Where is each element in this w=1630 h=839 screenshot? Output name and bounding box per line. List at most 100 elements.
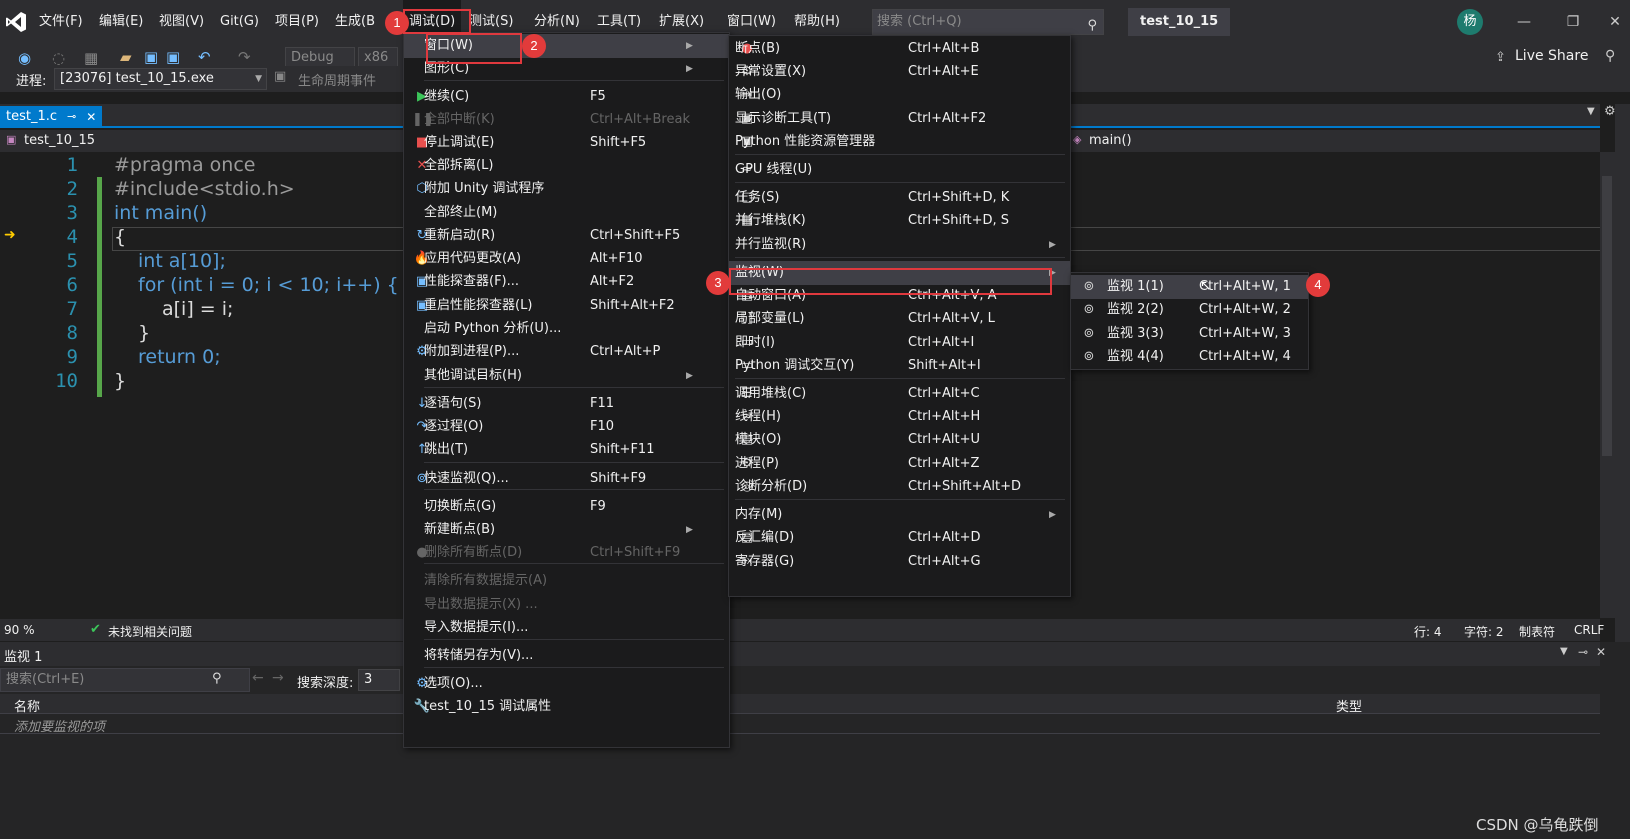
redo-icon[interactable]: ↷ — [238, 48, 251, 66]
tab-close-icon[interactable]: ✕ — [86, 106, 96, 128]
menu-project[interactable]: 项目(P) — [275, 0, 319, 43]
member-dropdown[interactable]: main() — [1089, 133, 1132, 148]
debug-menu-item[interactable]: 其他调试目标(H) ▶ — [404, 364, 729, 388]
window-menu-item[interactable]: ⇥ 输出(O) — [729, 83, 1070, 107]
debug-menu-item[interactable]: 切换断点(G) F9 — [404, 495, 729, 519]
code-line[interactable]: { — [114, 226, 126, 248]
search-forward-icon[interactable]: → — [272, 670, 284, 686]
debug-menu-item[interactable]: ▶ 继续(C) F5 — [404, 85, 729, 109]
menu-build[interactable]: 生成(B — [335, 0, 375, 43]
restore-icon[interactable]: ❐ — [1558, 8, 1588, 36]
project-dropdown[interactable]: test_10_15 — [24, 133, 95, 148]
forward-icon[interactable]: ◌ — [52, 49, 65, 67]
back-icon[interactable]: ◉ — [18, 49, 31, 67]
window-menu-item[interactable]: ● 断点(B) Ctrl+Alt+B — [729, 37, 1070, 61]
debug-menu-item[interactable]: ↷ 逐过程(O) F10 — [404, 415, 729, 439]
debug-menu-item[interactable]: 新建断点(B) ▶ — [404, 518, 729, 542]
menu-git[interactable]: Git(G) — [220, 0, 259, 43]
window-menu-item[interactable]: 0X 寄存器(G) Ctrl+Alt+G — [729, 550, 1070, 574]
debug-menu-item[interactable]: ↓ 逐语句(S) F11 — [404, 392, 729, 416]
save-all-icon[interactable]: ▣ — [166, 48, 180, 66]
debug-menu-item[interactable]: ↑ 跳出(T) Shift+F11 — [404, 438, 729, 462]
window-menu-item[interactable]: ≈ GPU 线程(U) — [729, 158, 1070, 182]
add-watch-placeholder[interactable]: 添加要监视的项 — [14, 716, 105, 735]
debug-menu-item[interactable]: 将转储另存为(V)... — [404, 644, 729, 668]
watch-add-row[interactable]: 添加要监视的项 — [0, 714, 1600, 735]
code-line[interactable]: } — [138, 322, 150, 344]
feedback-icon[interactable]: ⚲ — [1605, 48, 1615, 64]
tab-overflow-icon[interactable]: ▼ — [1587, 106, 1595, 117]
close-icon[interactable]: ✕ — [1600, 8, 1630, 36]
panel-menu-icon[interactable]: ▼ — [1560, 646, 1568, 657]
search-depth-select[interactable]: 3 — [358, 669, 400, 691]
search-back-icon[interactable]: ← — [252, 670, 264, 686]
pin-icon[interactable]: ⊸ — [67, 106, 76, 128]
live-share-button[interactable]: Live Share — [1515, 48, 1588, 64]
search-icon[interactable]: ⚲ — [212, 671, 222, 686]
debug-menu-item[interactable]: ■ 停止调试(E) Shift+F5 — [404, 131, 729, 155]
window-menu-item[interactable]: ▢ 任务(S) Ctrl+Shift+D, K — [729, 186, 1070, 210]
process-select[interactable]: [23076] test_10_15.exe ▼ — [54, 68, 267, 90]
debug-menu-item[interactable]: ⚙ 选项(O)... — [404, 672, 729, 696]
window-menu-item[interactable]: ⚙ 进程(P) Ctrl+Alt+Z — [729, 452, 1070, 476]
window-menu-item[interactable]: ▭ Python 调试交互(Y) Shift+Alt+I — [729, 354, 1070, 378]
code-line[interactable]: a[i] = i; — [162, 298, 233, 320]
window-menu-item[interactable]: ◎ 诊断分析(D) Ctrl+Shift+Alt+D — [729, 475, 1070, 499]
code-line[interactable]: return 0; — [138, 346, 221, 368]
code-line[interactable]: #include<stdio.h> — [114, 178, 295, 200]
column-type[interactable]: 类型 — [1336, 696, 1362, 715]
window-menu-item[interactable]: ▤ 反汇编(D) Ctrl+Alt+D — [729, 526, 1070, 550]
window-menu-item[interactable]: ▣ Python 性能资源管理器 — [729, 130, 1070, 154]
window-menu-item[interactable]: 并行监视(R) ▶ — [729, 233, 1070, 257]
debug-menu-item[interactable]: 导入数据提示(I)... — [404, 616, 729, 640]
search-input[interactable]: 搜索 (Ctrl+Q) ⚲ — [872, 9, 1104, 35]
column-name[interactable]: 名称 — [14, 696, 40, 715]
window-menu-item[interactable]: ≈ 线程(H) Ctrl+Alt+H — [729, 405, 1070, 429]
code-line[interactable]: #pragma once — [114, 154, 256, 176]
avatar[interactable]: 杨 — [1457, 9, 1483, 35]
window-menu-item[interactable]: ☰ 调用堆栈(C) Ctrl+Alt+C — [729, 382, 1070, 406]
watch-submenu-item[interactable]: ⊚ 监视 4(4) Ctrl+Alt+W, 4 — [1071, 345, 1308, 369]
debug-menu-item[interactable]: ⬡ 附加 Unity 调试程序 — [404, 177, 729, 201]
issues-status[interactable]: 未找到相关问题 — [108, 623, 192, 640]
save-icon[interactable]: ▣ — [144, 48, 158, 66]
settings-icon[interactable]: ⚙ — [1604, 104, 1616, 119]
window-menu-item[interactable]: ▣ 显示诊断工具(T) Ctrl+Alt+F2 — [729, 107, 1070, 131]
watch-submenu-item[interactable]: ⊚ 监视 1(1) Ctrl+Alt+W, 1 — [1071, 275, 1308, 299]
minimize-icon[interactable]: — — [1509, 8, 1539, 36]
new-project-icon[interactable]: ▦ — [84, 49, 98, 67]
watch-submenu-item[interactable]: ⊚ 监视 3(3) Ctrl+Alt+W, 3 — [1071, 322, 1308, 346]
window-menu-item[interactable]: ▦ 并行堆栈(K) Ctrl+Shift+D, S — [729, 209, 1070, 233]
debug-menu-item[interactable]: 🔧 test_10_15 调试属性 — [404, 695, 729, 719]
editor-scrollbar-thumb[interactable] — [1602, 176, 1612, 456]
code-line[interactable]: int a[10]; — [138, 250, 226, 272]
zoom-select[interactable]: 90 % — [4, 623, 35, 637]
menu-view[interactable]: 视图(V) — [159, 0, 204, 43]
debug-menu-item[interactable]: 启动 Python 分析(U)... — [404, 317, 729, 341]
debug-menu-item[interactable]: ▣ 重启性能探查器(L) Shift+Alt+F2 — [404, 294, 729, 318]
lifecycle-events-label[interactable]: 生命周期事件 — [298, 70, 376, 89]
debug-menu-item[interactable]: ⊚ 快速监视(Q)... Shift+F9 — [404, 467, 729, 491]
debug-menu-item[interactable]: 🔥 应用代码更改(A) Alt+F10 — [404, 247, 729, 271]
panel-close-icon[interactable]: ✕ — [1596, 645, 1606, 659]
debug-menu-item[interactable]: ▣ 性能探查器(F)... Alt+F2 — [404, 270, 729, 294]
window-menu-item[interactable]: 内存(M) ▶ — [729, 503, 1070, 527]
tab-mode-indicator[interactable]: 制表符 — [1519, 623, 1555, 640]
code-line[interactable]: for (int i = 0; i < 10; i++) { — [138, 274, 399, 296]
tab-test-1-c[interactable]: test_1.c ⊸ ✕ — [0, 106, 103, 128]
panel-pin-icon[interactable]: ⊸ — [1578, 645, 1588, 659]
debug-menu-item[interactable]: ✕ 全部拆离(L) — [404, 154, 729, 178]
visual-studio-logo-icon[interactable] — [4, 10, 28, 34]
window-menu-item[interactable]: ⟦⟧ 局部变量(L) Ctrl+Alt+V, L — [729, 307, 1070, 331]
eol-indicator[interactable]: CRLF — [1574, 623, 1604, 637]
window-menu-item[interactable]: ▭ 即时(I) Ctrl+Alt+I — [729, 331, 1070, 355]
debug-menu-item[interactable]: ⚙ 附加到进程(P)... Ctrl+Alt+P — [404, 340, 729, 364]
menu-edit[interactable]: 编辑(E) — [99, 0, 143, 43]
window-menu-item[interactable]: ▤ 模块(O) Ctrl+Alt+U — [729, 428, 1070, 452]
undo-icon[interactable]: ↶ — [198, 48, 211, 66]
code-line[interactable]: int main() — [114, 202, 207, 224]
window-menu-item[interactable]: ⚙ 异常设置(X) Ctrl+Alt+E — [729, 60, 1070, 84]
open-folder-icon[interactable]: ▰ — [120, 48, 132, 66]
debug-menu-item[interactable]: ↻ 重新启动(R) Ctrl+Shift+F5 — [404, 224, 729, 248]
menu-file[interactable]: 文件(F) — [39, 0, 83, 43]
